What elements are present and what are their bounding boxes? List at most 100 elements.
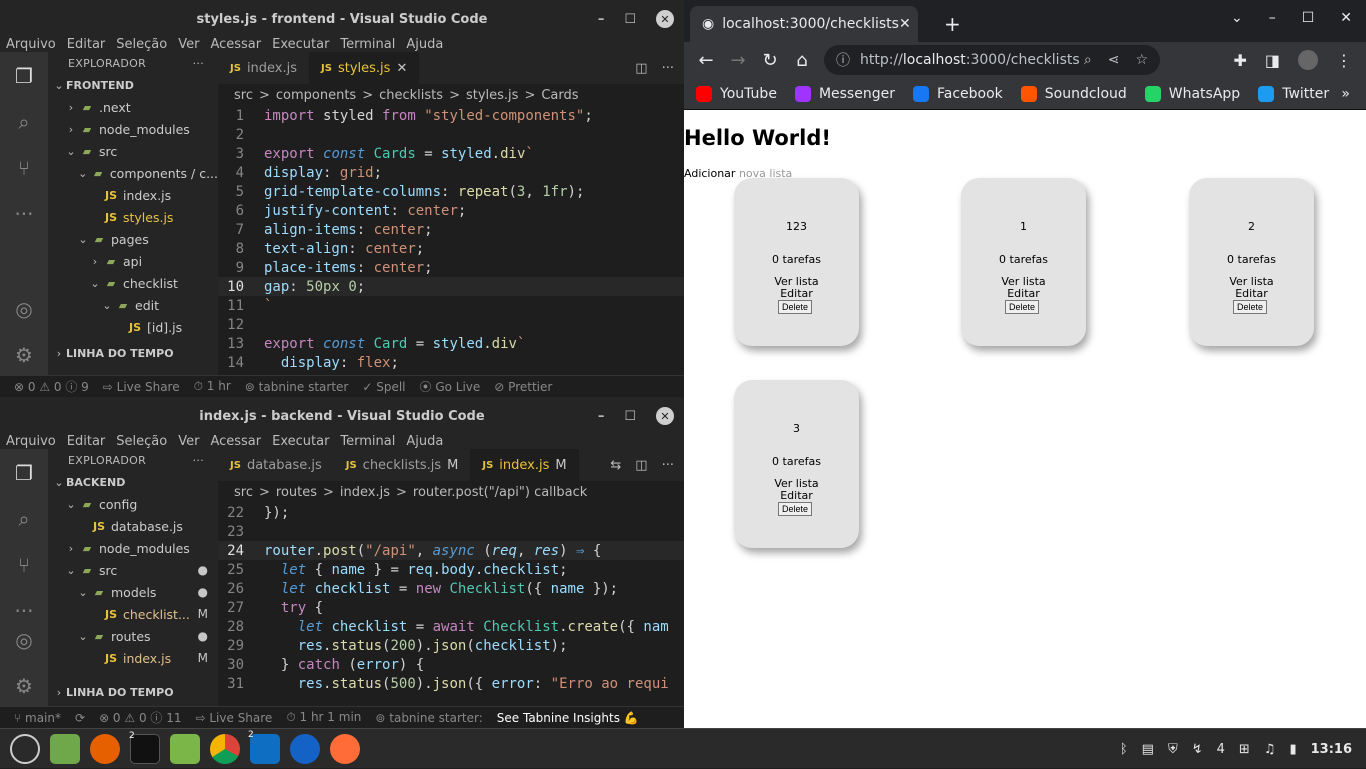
delete-button[interactable]: Delete [778, 300, 813, 314]
editor-tab[interactable]: JS database.js [218, 449, 334, 481]
updates-icon[interactable]: ↯ [1192, 742, 1203, 757]
code-line[interactable]: 25 let { name } = req.body.checklist; [218, 560, 684, 579]
minimize-icon[interactable]: – [598, 12, 605, 27]
status-item[interactable]: ⊗ 0 ⚠ 0 ⓘ 11 [99, 709, 181, 726]
code-lines[interactable]: 1 import styled from "styled-components";… [218, 106, 684, 372]
minimize-icon[interactable]: – [1269, 10, 1276, 26]
status-item[interactable]: See Tabnine Insights 💪 [497, 711, 639, 725]
menu-item[interactable]: Ajuda [406, 435, 443, 449]
menu-item[interactable]: Ver [178, 38, 199, 52]
status-item[interactable]: ⟳ [75, 711, 85, 725]
folder-item[interactable]: ⌄ ▰ src ● [48, 559, 218, 581]
extensions-icon[interactable]: ✚ [1233, 51, 1246, 70]
close-icon[interactable]: ✕ [656, 407, 674, 425]
split-editor-icon[interactable]: ◫ [635, 458, 647, 473]
menu-item[interactable]: Editar [67, 435, 106, 449]
timeline-section[interactable]: › LINHA DO TEMPO [48, 681, 218, 703]
edit-link[interactable]: Editar [734, 490, 859, 502]
folder-item[interactable]: › ▰ .next [48, 96, 218, 118]
menu-item[interactable]: Editar [67, 38, 106, 52]
delete-button[interactable]: Delete [778, 502, 813, 516]
bookmark-item[interactable]: Soundcloud [1020, 85, 1127, 102]
code-editor[interactable]: JS database.js JS checklists.js M JS index.js M… [218, 449, 684, 706]
code-line[interactable]: 3 export const Cards = styled.div` [218, 144, 684, 163]
window-titlebar[interactable]: styles.js - frontend - Visual Studio Cod… [0, 0, 684, 38]
folder-item[interactable]: ⌄ ▰ edit [48, 294, 218, 316]
avatar[interactable] [1298, 50, 1318, 70]
breadcrumb-item[interactable]: checklists [379, 88, 443, 103]
status-item[interactable]: ⊗ 0 ⚠ 0 ⓘ 9 [14, 378, 89, 395]
breadcrumb-item[interactable]: Cards [541, 88, 578, 103]
delete-button[interactable]: Delete [1005, 300, 1040, 314]
more-actions-icon[interactable]: ··· [662, 61, 674, 76]
code-line[interactable]: 1 import styled from "styled-components"; [218, 106, 684, 125]
explorer-icon[interactable]: ❐ [12, 64, 36, 88]
explorer-icon[interactable]: ❐ [12, 461, 36, 485]
code-line[interactable]: 2 [218, 125, 684, 144]
folder-item[interactable]: ⌄ ▰ models ● [48, 581, 218, 603]
code-line[interactable]: 23 [218, 522, 684, 541]
split-editor-icon[interactable]: ◫ [635, 61, 647, 76]
code-line[interactable]: 13 export const Card = styled.div` [218, 334, 684, 353]
status-item[interactable]: ⏱ 1 hr 1 min [286, 710, 361, 725]
close-icon[interactable]: ✕ [1340, 10, 1352, 26]
close-tab-icon[interactable]: ✕ [899, 16, 911, 32]
info-icon[interactable]: ⓘ [836, 50, 850, 70]
more-icon[interactable]: ··· [12, 202, 36, 226]
compare-changes-icon[interactable]: ⇆ [610, 458, 621, 473]
search-icon[interactable]: ⌕ [12, 110, 36, 134]
network-icon[interactable]: ⊞ [1239, 742, 1250, 757]
code-line[interactable]: 22}); [218, 503, 684, 522]
clock[interactable]: 13:16 [1311, 742, 1352, 757]
status-item[interactable]: ✓ Spell [362, 380, 405, 394]
menu-item[interactable]: Terminal [340, 435, 395, 449]
code-lines[interactable]: 22}); 23 24 router.post("/api", async (req,… [218, 503, 684, 693]
search-icon[interactable]: ⌕ [12, 507, 36, 531]
files-icon[interactable] [170, 733, 200, 764]
editor-tab[interactable]: JS index.js [218, 52, 309, 84]
menu-item[interactable]: Arquivo [6, 435, 56, 449]
volume-icon[interactable]: ♫ [1264, 742, 1276, 757]
folder-item[interactable]: › ▰ api [48, 250, 218, 272]
reload-icon[interactable]: ↻ [754, 50, 786, 71]
folder-item[interactable]: ⌄ ▰ components / c... [48, 162, 218, 184]
bluetooth-app-icon[interactable] [290, 733, 320, 764]
status-item[interactable]: ⊚ tabnine starter: [375, 711, 482, 725]
folder-item[interactable]: ⌄ ▰ config [48, 493, 218, 515]
share-icon[interactable]: ⋖ [1108, 52, 1120, 68]
file-item[interactable]: JS styles.js [48, 206, 218, 228]
bluetooth-icon[interactable]: ᛒ [1120, 742, 1128, 757]
breadcrumb-item[interactable]: components [276, 88, 356, 103]
shield-icon[interactable]: ⛨ [1168, 742, 1178, 757]
more-actions-icon[interactable]: ··· [193, 454, 204, 467]
tab-search-icon[interactable]: ⌄ [1231, 10, 1243, 26]
code-line[interactable]: 4 display: grid; [218, 163, 684, 182]
menu-item[interactable]: Seleção [116, 38, 167, 52]
code-line[interactable]: 14 display: flex; [218, 353, 684, 372]
code-line[interactable]: 29 res.status(200).json(checklist); [218, 636, 684, 655]
code-line[interactable]: 7 align-items: center; [218, 220, 684, 239]
folder-item[interactable]: › ▰ node_modules [48, 118, 218, 140]
editor-tab[interactable]: JS index.js M [470, 449, 579, 481]
menu-icon[interactable]: ⋮ [1336, 51, 1352, 70]
window-titlebar[interactable]: index.js - backend - Visual Studio Code … [0, 397, 684, 435]
code-line[interactable]: 26 let checklist = new Checklist({ name … [218, 579, 684, 598]
file-item[interactable]: JS checklist... M [48, 603, 218, 625]
more-actions-icon[interactable]: ··· [662, 458, 674, 473]
firefox-icon[interactable] [90, 733, 120, 764]
folder-item[interactable]: › ▰ node_modules [48, 537, 218, 559]
edit-link[interactable]: Editar [734, 288, 859, 300]
breadcrumb-item[interactable]: src [234, 485, 253, 500]
code-line[interactable]: 12 [218, 315, 684, 334]
breadcrumb-item[interactable]: index.js [340, 485, 390, 500]
status-item[interactable]: ⊚ tabnine starter [245, 380, 349, 394]
bookmark-star-icon[interactable]: ☆ [1135, 52, 1148, 68]
account-icon[interactable]: ◎ [12, 628, 36, 652]
breadcrumb-item[interactable]: routes [276, 485, 317, 500]
close-tab-icon[interactable]: ✕ [396, 61, 407, 76]
menu-item[interactable]: Seleção [116, 435, 167, 449]
breadcrumb-item[interactable]: src [234, 88, 253, 103]
more-bookmarks-icon[interactable]: » [1341, 86, 1350, 102]
side-panel-icon[interactable]: ◨ [1265, 51, 1280, 70]
more-icon[interactable]: ··· [12, 599, 36, 623]
